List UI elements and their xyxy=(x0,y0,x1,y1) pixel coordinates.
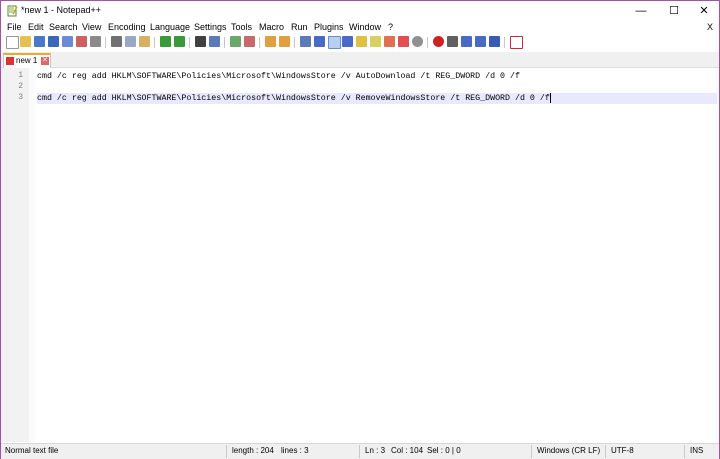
sync-horizontal-icon[interactable] xyxy=(279,36,290,47)
tab-new-1[interactable]: new 1 ✕ xyxy=(3,53,51,68)
print-icon[interactable] xyxy=(90,36,101,47)
menu-search[interactable]: Search xyxy=(49,22,78,32)
save-macro-icon[interactable] xyxy=(489,36,500,47)
title-bar[interactable]: *new 1 - Notepad++ — ☐ ✕ xyxy=(1,1,719,21)
status-lines: lines : 3 xyxy=(281,446,309,455)
code-line[interactable] xyxy=(37,82,717,93)
status-bar: Normal text file length : 204 lines : 3 … xyxy=(1,443,719,459)
open-file-icon[interactable] xyxy=(20,36,31,47)
redo-icon[interactable] xyxy=(174,36,185,47)
cut-icon[interactable] xyxy=(111,36,122,47)
status-ln: Ln : 3 xyxy=(365,446,386,455)
status-encoding[interactable]: UTF-8 xyxy=(611,446,634,455)
find-icon[interactable] xyxy=(195,36,206,47)
status-col: Col : 104 xyxy=(391,446,424,455)
tab-bar: new 1 ✕ xyxy=(1,52,719,68)
sync-vertical-icon[interactable] xyxy=(265,36,276,47)
menu-help[interactable]: ? xyxy=(388,22,393,32)
text-caret xyxy=(549,93,551,103)
document-map-icon[interactable] xyxy=(356,36,367,47)
menu-plugins[interactable]: Plugins xyxy=(314,22,344,32)
spell-check-icon[interactable] xyxy=(510,36,523,49)
menu-window[interactable]: Window xyxy=(349,22,381,32)
line-number-gutter: 1 2 3 xyxy=(1,68,30,442)
word-wrap-icon[interactable] xyxy=(300,36,311,47)
toolbar-separator xyxy=(259,37,260,48)
menu-language[interactable]: Language xyxy=(150,22,190,32)
monitoring-icon[interactable] xyxy=(398,36,409,47)
close-all-icon[interactable] xyxy=(76,36,87,47)
copy-icon[interactable] xyxy=(125,36,136,47)
status-separator xyxy=(226,445,227,458)
notepadpp-logo-icon xyxy=(7,5,18,17)
record-macro-icon[interactable] xyxy=(433,36,444,47)
line-number: 1 xyxy=(18,71,23,80)
play-multiple-icon[interactable] xyxy=(475,36,486,47)
close-icon[interactable] xyxy=(62,36,73,47)
menu-edit[interactable]: Edit xyxy=(28,22,44,32)
editor-area[interactable]: 1 2 3 cmd /c reg add HKLM\SOFTWARE\Polic… xyxy=(1,68,719,442)
stop-record-icon[interactable] xyxy=(447,36,458,47)
function-list-icon[interactable] xyxy=(370,36,381,47)
replace-icon[interactable] xyxy=(209,36,220,47)
status-separator xyxy=(531,445,532,458)
code-line-text: cmd /c reg add HKLM\SOFTWARE\Policies\Mi… xyxy=(37,94,550,104)
window-title: *new 1 - Notepad++ xyxy=(21,5,102,15)
status-sel: Sel : 0 | 0 xyxy=(427,446,461,455)
save-icon[interactable] xyxy=(34,36,45,47)
toolbar-separator xyxy=(294,37,295,48)
new-file-icon[interactable] xyxy=(6,36,19,49)
line-number: 3 xyxy=(18,93,23,102)
zoom-in-icon[interactable] xyxy=(230,36,241,47)
save-all-icon[interactable] xyxy=(48,36,59,47)
menu-encoding[interactable]: Encoding xyxy=(108,22,146,32)
tab-close-icon[interactable]: ✕ xyxy=(41,57,49,65)
toolbar-separator xyxy=(105,37,106,48)
toolbar-separator xyxy=(189,37,190,48)
menu-view[interactable]: View xyxy=(82,22,101,32)
current-code-line[interactable]: cmd /c reg add HKLM\SOFTWARE\Policies\Mi… xyxy=(37,93,717,104)
status-eol[interactable]: Windows (CR LF) xyxy=(537,446,600,455)
menu-file[interactable]: File xyxy=(7,22,22,32)
notepadpp-window: *new 1 - Notepad++ — ☐ ✕ File Edit Searc… xyxy=(0,0,720,459)
code-line[interactable]: cmd /c reg add HKLM\SOFTWARE\Policies\Mi… xyxy=(37,71,717,82)
folder-as-workspace-icon[interactable] xyxy=(384,36,395,47)
menu-run[interactable]: Run xyxy=(291,22,308,32)
toolbar xyxy=(1,35,719,51)
toolbar-separator xyxy=(427,37,428,48)
undo-icon[interactable] xyxy=(160,36,171,47)
minimize-button[interactable]: — xyxy=(626,1,656,21)
unsaved-file-icon xyxy=(6,57,14,65)
paste-icon[interactable] xyxy=(139,36,150,47)
line-number: 2 xyxy=(18,82,23,91)
menu-tools[interactable]: Tools xyxy=(231,22,252,32)
menu-settings[interactable]: Settings xyxy=(194,22,227,32)
status-separator xyxy=(684,445,685,458)
toolbar-separator xyxy=(224,37,225,48)
status-length: length : 204 xyxy=(232,446,274,455)
menu-bar: File Edit Search View Encoding Language … xyxy=(1,21,719,35)
show-all-chars-icon[interactable] xyxy=(314,36,325,47)
code-line-text: cmd /c reg add HKLM\SOFTWARE\Policies\Mi… xyxy=(37,72,520,81)
spell-preview-icon[interactable] xyxy=(412,36,423,47)
toolbar-separator xyxy=(154,37,155,48)
tab-label: new 1 xyxy=(16,56,38,65)
user-defined-language-icon[interactable] xyxy=(342,36,353,47)
status-insert-mode[interactable]: INS xyxy=(690,446,703,455)
fold-margin xyxy=(29,68,35,442)
close-button[interactable]: ✕ xyxy=(689,1,719,21)
status-separator xyxy=(359,445,360,458)
close-document-button[interactable]: X xyxy=(707,22,713,32)
toolbar-separator xyxy=(504,37,505,48)
zoom-out-icon[interactable] xyxy=(244,36,255,47)
maximize-button[interactable]: ☐ xyxy=(659,1,689,21)
status-file-type: Normal text file xyxy=(5,446,59,455)
status-separator xyxy=(605,445,606,458)
indent-guide-icon[interactable] xyxy=(328,36,341,49)
play-macro-icon[interactable] xyxy=(461,36,472,47)
menu-macro[interactable]: Macro xyxy=(259,22,284,32)
